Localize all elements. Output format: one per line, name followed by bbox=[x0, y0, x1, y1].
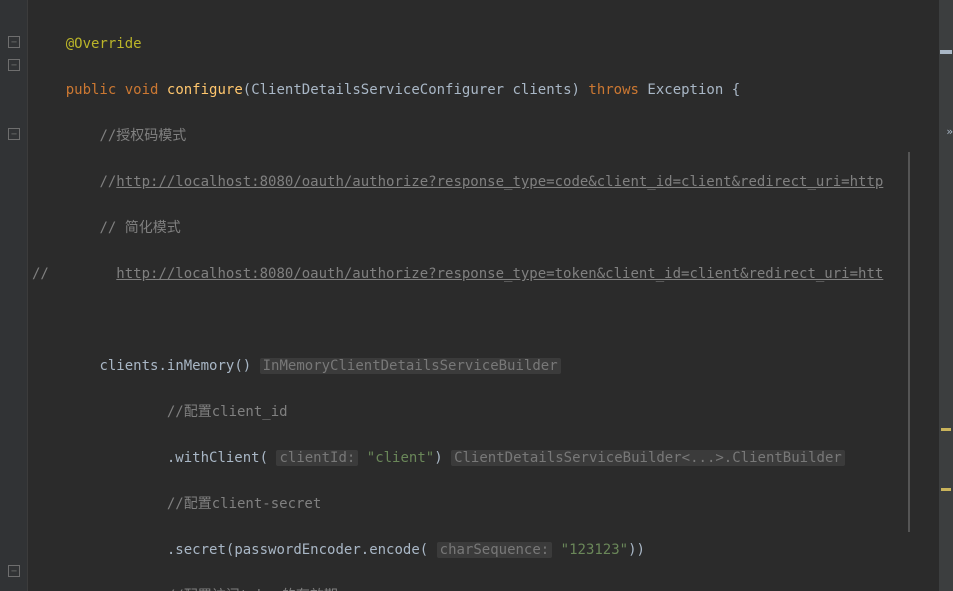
param-type: ClientDetailsServiceConfigurer bbox=[251, 82, 504, 98]
comment: //配置client_id bbox=[167, 404, 288, 420]
comment-url: http://localhost:8080/oauth/authorize?re… bbox=[116, 174, 883, 190]
comment-url: http://localhost:8080/oauth/authorize?re… bbox=[116, 266, 883, 282]
code-line: public void configure(ClientDetailsServi… bbox=[28, 79, 939, 102]
code-line: //配置访问token的有效期 bbox=[28, 585, 939, 591]
code-line: // 简化模式 bbox=[28, 217, 939, 240]
block-guide-line bbox=[908, 152, 910, 532]
code-line: //配置client-secret bbox=[28, 493, 939, 516]
comment-slash: // bbox=[99, 174, 116, 190]
comment: //授权码模式 bbox=[99, 128, 186, 144]
keyword-void: void bbox=[125, 82, 159, 98]
scroll-marker-top bbox=[940, 50, 952, 54]
code-line: // http://localhost:8080/oauth/authorize… bbox=[28, 263, 939, 286]
method-call: encode bbox=[369, 542, 420, 558]
param-name: clients bbox=[513, 82, 572, 98]
code-line: //授权码模式 bbox=[28, 125, 939, 148]
keyword-throws: throws bbox=[588, 82, 639, 98]
comment-slash: // bbox=[32, 266, 49, 282]
inline-hint: ClientDetailsServiceBuilder<...>.ClientB… bbox=[451, 450, 845, 466]
code-line: clients.inMemory() InMemoryClientDetails… bbox=[28, 355, 939, 378]
fold-icon[interactable]: − bbox=[8, 128, 20, 140]
param-hint: charSequence: bbox=[437, 542, 553, 558]
chevron-right-icon: » bbox=[946, 120, 953, 143]
method-call: secret bbox=[175, 542, 226, 558]
editor-gutter: − − − − bbox=[0, 0, 28, 591]
fold-icon[interactable]: − bbox=[8, 59, 20, 71]
exception-type: Exception bbox=[647, 82, 723, 98]
code-line: @Override bbox=[28, 33, 939, 56]
method-call: withClient bbox=[175, 450, 259, 466]
code-line bbox=[28, 309, 939, 332]
fold-icon[interactable]: − bbox=[8, 36, 20, 48]
fold-icon[interactable]: − bbox=[8, 565, 20, 577]
keyword-public: public bbox=[66, 82, 117, 98]
code-line: //http://localhost:8080/oauth/authorize?… bbox=[28, 171, 939, 194]
inline-hint: InMemoryClientDetailsServiceBuilder bbox=[260, 358, 561, 374]
string-literal: "client" bbox=[367, 450, 434, 466]
code-line: .secret(passwordEncoder.encode( charSequ… bbox=[28, 539, 939, 562]
scroll-marker-warning bbox=[941, 428, 951, 431]
annotation: @Override bbox=[66, 36, 142, 52]
method-call: inMemory bbox=[167, 358, 234, 374]
param-hint: clientId: bbox=[276, 450, 358, 466]
comment: //配置client-secret bbox=[167, 496, 321, 512]
code-editor[interactable]: @Override public void configure(ClientDe… bbox=[28, 0, 939, 591]
scrollbar[interactable]: » bbox=[939, 0, 953, 591]
code-line: //配置client_id bbox=[28, 401, 939, 424]
comment: // 简化模式 bbox=[99, 220, 180, 236]
string-literal: "123123" bbox=[561, 542, 628, 558]
field: passwordEncoder bbox=[234, 542, 360, 558]
method-name: configure bbox=[167, 82, 243, 98]
var-clients: clients bbox=[99, 358, 158, 374]
code-line: .withClient( clientId: "client") ClientD… bbox=[28, 447, 939, 470]
scroll-marker-warning bbox=[941, 488, 951, 491]
